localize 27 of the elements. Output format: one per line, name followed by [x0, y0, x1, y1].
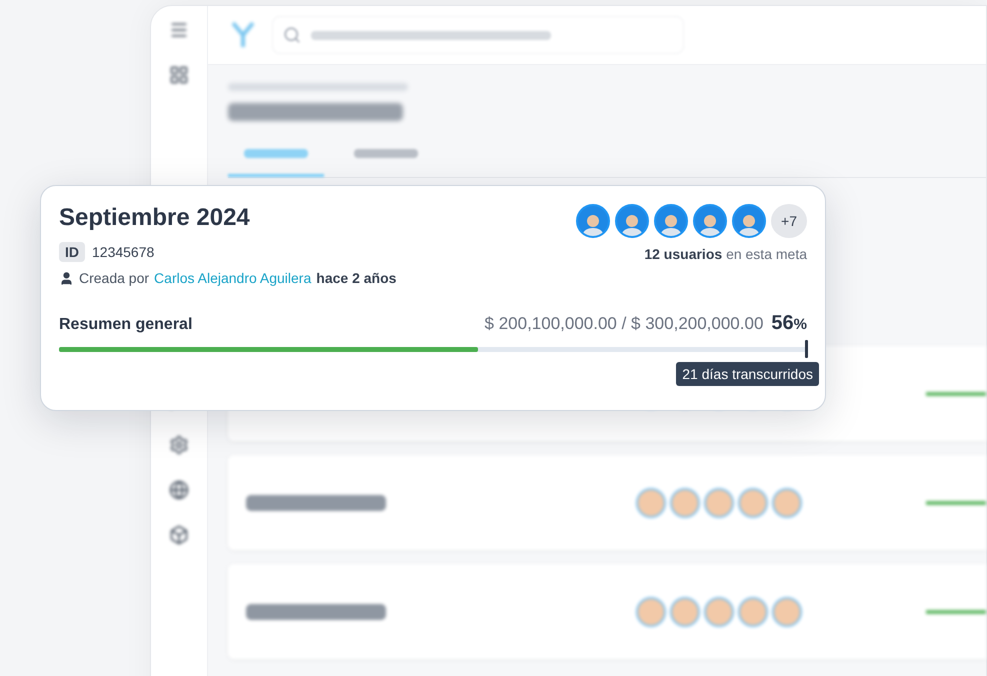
more-users-badge[interactable]: +7 [771, 204, 807, 238]
settings-icon[interactable] [169, 435, 189, 455]
avatar [732, 204, 766, 238]
box-icon[interactable] [169, 525, 189, 545]
goal-row[interactable] [228, 455, 986, 550]
goal-id: 12345678 [92, 244, 154, 260]
search-icon [283, 26, 301, 44]
today-marker [805, 340, 808, 358]
avatar [693, 204, 727, 238]
users-count: 12 usuarios en esta meta [644, 246, 807, 262]
search-field[interactable] [272, 16, 684, 54]
percent: 56% [771, 312, 807, 335]
grid-icon[interactable] [169, 65, 189, 85]
goal-title: Septiembre 2024 [59, 204, 251, 232]
avatar [654, 204, 688, 238]
avatar [576, 204, 610, 238]
logo-icon [232, 22, 254, 48]
amounts: $ 200,100,000.00 / $ 300,200,000.00 [484, 314, 764, 334]
avatar [615, 204, 649, 238]
summary-label: Resumen general [59, 316, 192, 334]
id-tag: ID [59, 242, 85, 262]
elapsed-tooltip: 21 días transcurridos [676, 362, 819, 386]
created-ago: hace 2 años [316, 270, 396, 286]
globe-icon[interactable] [169, 480, 189, 500]
user-icon [59, 270, 74, 286]
created-by-label: Creada por [79, 270, 150, 286]
goal-row[interactable] [228, 564, 986, 659]
